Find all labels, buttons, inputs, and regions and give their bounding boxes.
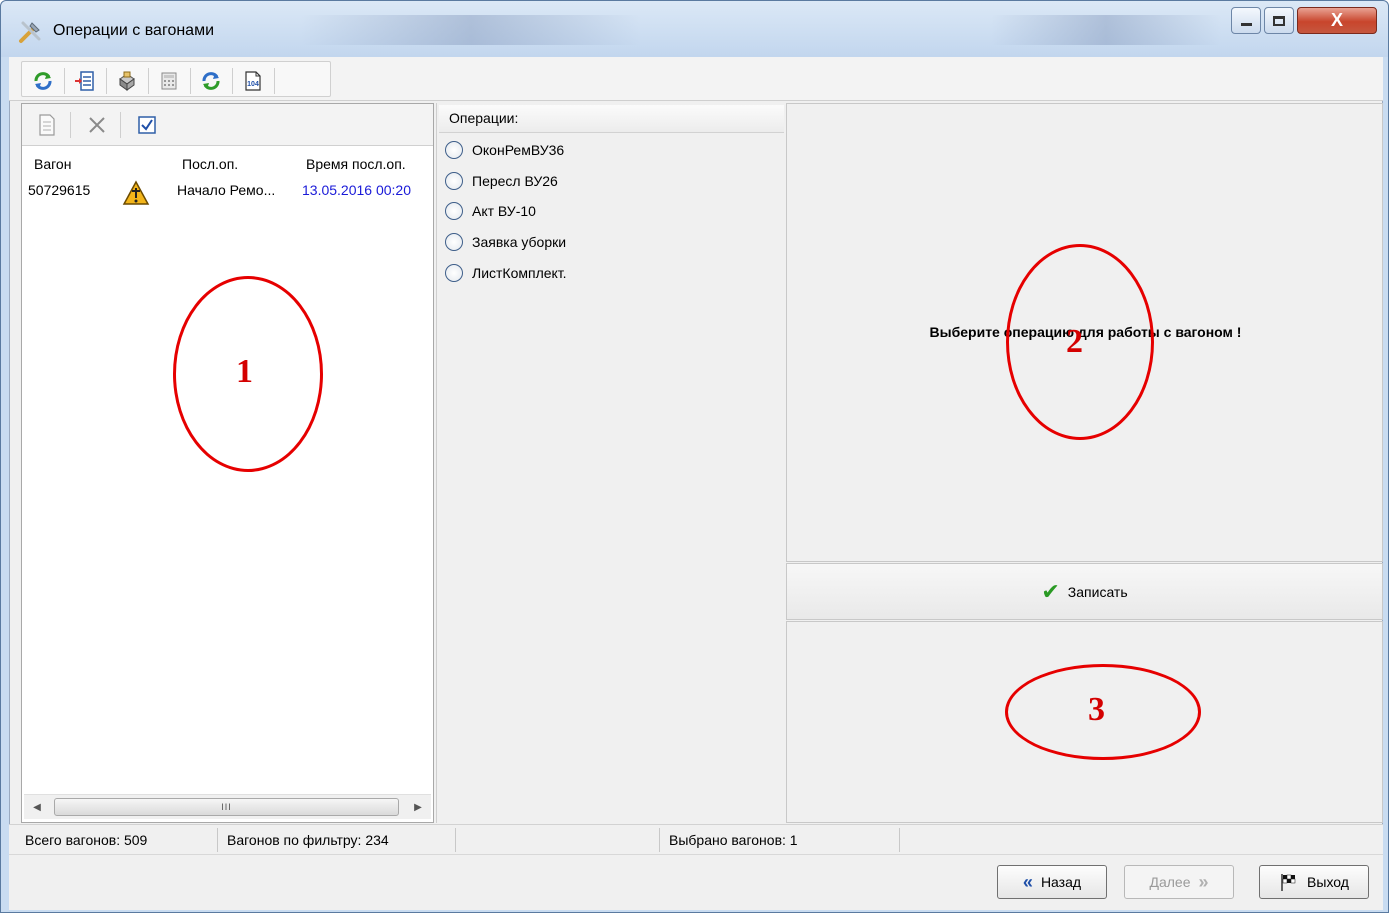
toolbar-separator <box>70 112 71 138</box>
toolbar-separator <box>148 68 149 94</box>
checkbox-icon <box>138 116 156 134</box>
print-button[interactable] <box>114 68 140 94</box>
minimize-button[interactable] <box>1231 7 1261 34</box>
status-bar: Всего вагонов: 509 Вагонов по фильтру: 2… <box>9 824 1383 854</box>
toolbar-separator <box>120 112 121 138</box>
horizontal-scrollbar[interactable]: ◀ III ▶ <box>24 794 431 819</box>
annotation-label-1: 1 <box>236 353 253 390</box>
wagon-number: 50729615 <box>28 182 91 198</box>
save-button[interactable]: ✔ Записать <box>786 563 1383 620</box>
radio-button[interactable] <box>445 264 463 282</box>
operations-title: Операции: <box>449 110 519 126</box>
new-document-button[interactable] <box>34 112 60 138</box>
form-104-label: 104 <box>247 81 259 88</box>
column-header-wagon[interactable]: Вагон <box>34 156 71 172</box>
title-bar[interactable]: Операции с вагонами X <box>1 1 1388 57</box>
sync-icon <box>202 72 220 90</box>
operation-option[interactable]: ЛистКомплект. <box>445 260 567 286</box>
exit-label: Выход <box>1307 874 1349 890</box>
delete-button[interactable] <box>84 112 110 138</box>
check-button[interactable] <box>134 112 160 138</box>
warning-repair-icon <box>122 180 150 205</box>
operation-label: ЛистКомплект. <box>472 265 567 281</box>
delete-icon <box>89 117 105 133</box>
annotation-label-2: 2 <box>1066 323 1083 360</box>
main-toolbar: 104 <box>9 57 1383 101</box>
form-104-icon: 104 <box>245 71 261 91</box>
status-separator <box>899 828 900 852</box>
exit-button[interactable]: Выход <box>1259 865 1369 899</box>
status-separator <box>217 828 218 852</box>
scroll-left-icon[interactable]: ◀ <box>26 795 48 819</box>
save-label: Записать <box>1067 583 1128 600</box>
close-button[interactable]: X <box>1297 7 1377 34</box>
operations-header: Операции: <box>439 105 784 133</box>
next-label: Далее <box>1149 874 1191 890</box>
checkmark-icon: ✔ <box>1041 578 1060 604</box>
status-separator <box>455 828 456 852</box>
wagon-grid-header: Вагон Посл.оп. Время посл.оп. <box>22 151 433 177</box>
import-list-icon <box>75 71 94 91</box>
background-blur <box>301 15 641 45</box>
scroll-right-icon[interactable]: ▶ <box>407 795 429 819</box>
status-total-wagons: Всего вагонов: 509 <box>25 832 148 848</box>
column-header-last-op-time[interactable]: Время посл.оп. <box>306 156 406 172</box>
sync-button[interactable] <box>198 68 224 94</box>
close-icon: X <box>1330 10 1343 30</box>
operations-panel: Операции: ОконРемВУ36 Пересл ВУ26 Акт ВУ… <box>436 103 785 823</box>
status-selected-wagons: Выбрано вагонов: 1 <box>669 832 798 848</box>
toolbar-separator <box>190 68 191 94</box>
operation-option[interactable]: Акт ВУ-10 <box>445 198 536 224</box>
toolbar-separator <box>232 68 233 94</box>
app-window: Операции с вагонами X 104 Вагон Посл.оп.… <box>0 0 1389 913</box>
last-op-time-cell: 13.05.2016 00:20 <box>302 182 411 198</box>
navigation-bar: « Назад Далее » Выход <box>9 854 1383 910</box>
radio-button[interactable] <box>445 141 463 159</box>
form-104-button[interactable]: 104 <box>240 68 266 94</box>
toolbar-separator <box>64 68 65 94</box>
window-title: Операции с вагонами <box>53 22 215 39</box>
tools-icon <box>19 21 41 43</box>
background-blur <box>991 15 1221 45</box>
scroll-thumb-grip: III <box>221 802 232 812</box>
double-chevron-right-icon: » <box>1198 871 1209 892</box>
refresh-icon <box>34 72 52 90</box>
annotation-label-3: 3 <box>1088 691 1105 728</box>
scroll-thumb[interactable]: III <box>54 798 399 816</box>
back-label: Назад <box>1040 874 1082 890</box>
status-separator <box>659 828 660 852</box>
operation-option[interactable]: ОконРемВУ36 <box>445 137 564 163</box>
print-icon <box>119 71 135 91</box>
checkered-flag-icon <box>1281 874 1296 891</box>
operation-label: Акт ВУ-10 <box>472 203 536 219</box>
toolbar-separator <box>274 68 275 94</box>
column-header-last-op[interactable]: Посл.оп. <box>182 156 238 172</box>
radio-button[interactable] <box>445 172 463 190</box>
operation-option[interactable]: Пересл ВУ26 <box>445 168 558 194</box>
last-op-cell: Начало Ремо... <box>177 182 276 198</box>
document-icon <box>39 114 55 136</box>
toolbar-group: 104 <box>21 61 331 97</box>
table-row[interactable]: 50729615 Начало Ремо... 13.05.2016 00:20 <box>22 178 433 206</box>
wagon-list-toolbar <box>22 104 433 146</box>
radio-button[interactable] <box>445 202 463 220</box>
double-chevron-left-icon: « <box>1022 871 1033 892</box>
back-button[interactable]: « Назад <box>997 865 1107 899</box>
maximize-button[interactable] <box>1264 7 1294 34</box>
import-list-button[interactable] <box>72 68 98 94</box>
toolbar-separator <box>106 68 107 94</box>
minimize-icon <box>1240 23 1252 26</box>
calculator-button[interactable] <box>156 68 182 94</box>
maximize-icon <box>1273 15 1285 26</box>
operation-label: Пересл ВУ26 <box>472 173 558 189</box>
operation-option[interactable]: Заявка уборки <box>445 229 566 255</box>
operation-label: ОконРемВУ36 <box>472 142 565 158</box>
radio-button[interactable] <box>445 233 463 251</box>
calculator-icon <box>161 72 177 90</box>
refresh-button[interactable] <box>30 68 56 94</box>
next-button[interactable]: Далее » <box>1124 865 1234 899</box>
status-filtered-wagons: Вагонов по фильтру: 234 <box>227 832 389 848</box>
operation-label: Заявка уборки <box>472 234 567 250</box>
